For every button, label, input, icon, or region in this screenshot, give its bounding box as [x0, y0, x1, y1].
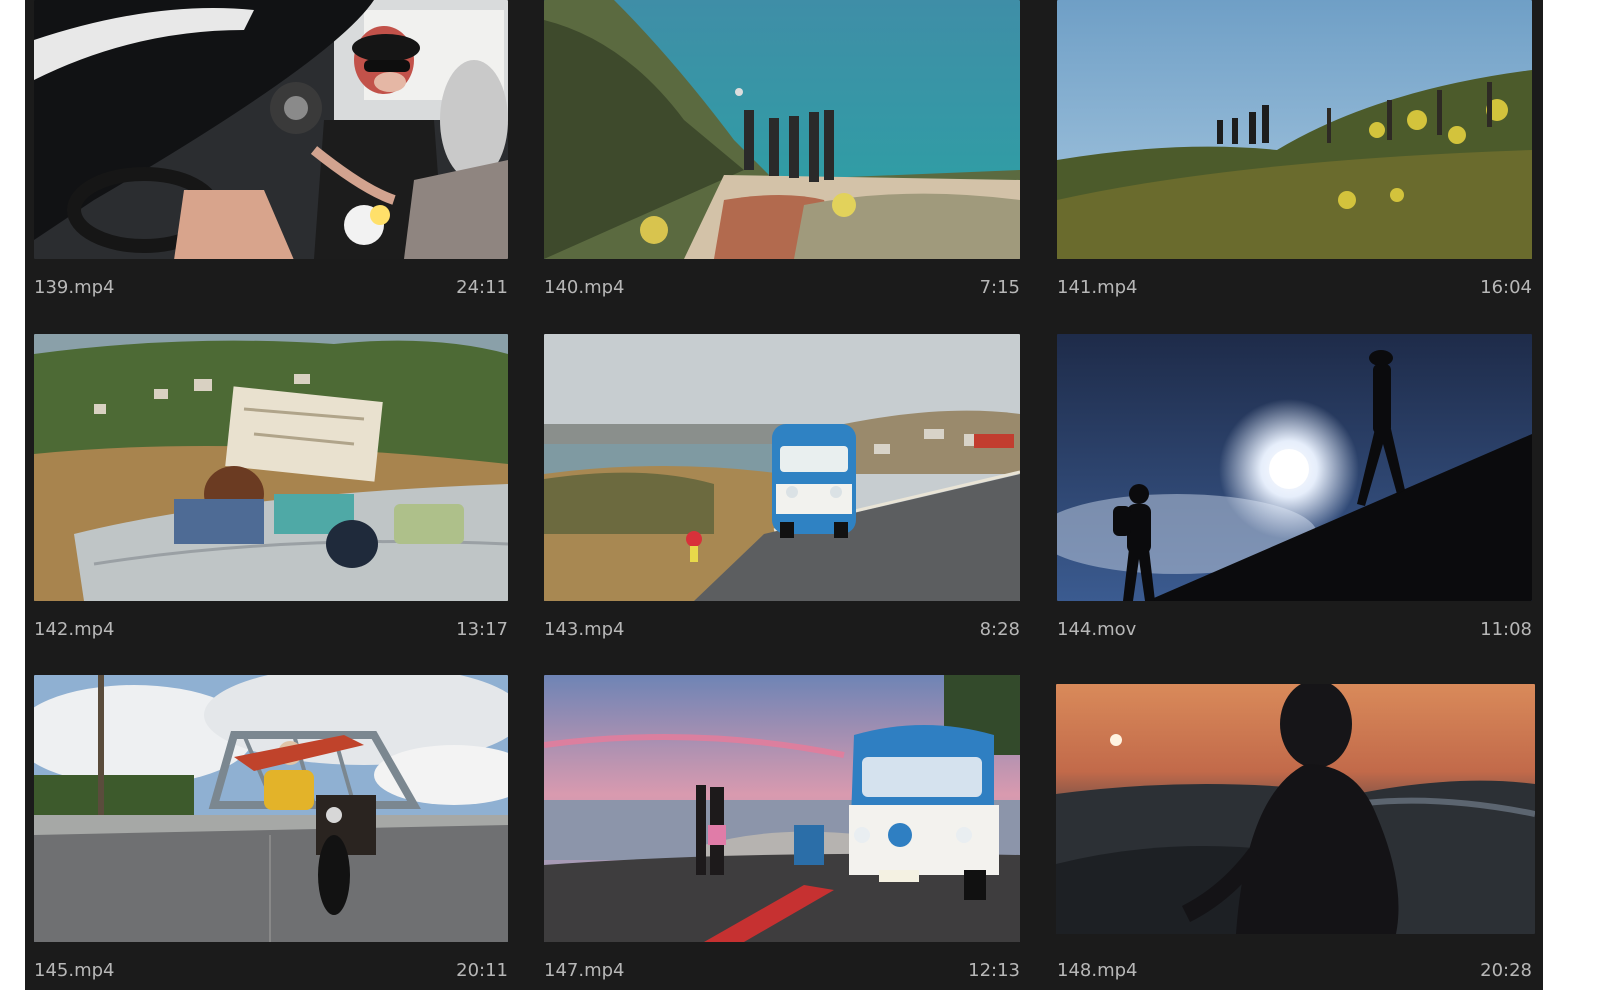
- clip-meta: 148.mp4 20:28: [1056, 959, 1532, 983]
- clip-meta: 143.mp4 8:28: [544, 618, 1020, 642]
- clip-tile[interactable]: 143.mp4 8:28: [544, 334, 1020, 644]
- clip-duration: 13:17: [456, 619, 508, 640]
- blue-van-road-image: [544, 334, 1020, 601]
- clip-thumbnail[interactable]: [544, 334, 1020, 601]
- convertible-car-image: [34, 0, 508, 259]
- clip-thumbnail[interactable]: [544, 675, 1020, 942]
- clip-meta: 139.mp4 24:11: [34, 276, 508, 300]
- silhouette-sunset-image: [1056, 684, 1535, 934]
- clip-meta: 147.mp4 12:13: [544, 959, 1020, 983]
- clip-duration: 16:04: [1480, 277, 1532, 298]
- clip-tile[interactable]: 148.mp4 20:28: [1056, 684, 1535, 990]
- clip-filename[interactable]: 141.mp4: [1057, 276, 1138, 300]
- clip-duration: 8:28: [979, 619, 1020, 640]
- clip-tile[interactable]: 140.mp4 7:15: [544, 0, 1020, 310]
- clip-meta: 140.mp4 7:15: [544, 276, 1020, 300]
- clip-tile[interactable]: 141.mp4 16:04: [1057, 0, 1532, 310]
- hilltop-hikers-image: [1057, 0, 1532, 259]
- clip-filename[interactable]: 147.mp4: [544, 959, 625, 983]
- media-browser-panel: 139.mp4 24:11 140.mp4 7:15 141.mp4 16:04…: [25, 0, 1543, 990]
- clip-duration: 7:15: [979, 277, 1020, 298]
- clip-filename[interactable]: 140.mp4: [544, 276, 625, 300]
- silhouette-sun-image: [1057, 334, 1532, 601]
- clip-meta: 141.mp4 16:04: [1057, 276, 1532, 300]
- clip-duration: 24:11: [456, 277, 508, 298]
- van-sunset-couple-image: [544, 675, 1020, 942]
- clip-meta: 142.mp4 13:17: [34, 618, 508, 642]
- clip-tile[interactable]: 147.mp4 12:13: [544, 675, 1020, 990]
- motorcycle-bridge-image: [34, 675, 508, 942]
- clip-tile[interactable]: 144.mov 11:08: [1057, 334, 1532, 644]
- clip-duration: 20:28: [1480, 960, 1532, 981]
- clip-filename[interactable]: 143.mp4: [544, 618, 625, 642]
- clip-filename[interactable]: 144.mov: [1057, 618, 1136, 642]
- clip-duration: 20:11: [456, 960, 508, 981]
- clip-thumbnail[interactable]: [34, 0, 508, 259]
- clip-filename[interactable]: 145.mp4: [34, 959, 115, 983]
- clip-thumbnail[interactable]: [1057, 334, 1532, 601]
- picnic-map-image: [34, 334, 508, 601]
- clip-meta: 145.mp4 20:11: [34, 959, 508, 983]
- clip-filename[interactable]: 148.mp4: [1057, 959, 1138, 983]
- clip-tile[interactable]: 145.mp4 20:11: [34, 675, 508, 990]
- cliff-ocean-image: [544, 0, 1020, 259]
- clip-thumbnail[interactable]: [1057, 0, 1532, 259]
- clip-tile[interactable]: 142.mp4 13:17: [34, 334, 508, 644]
- clip-filename[interactable]: 139.mp4: [34, 276, 115, 300]
- clip-thumbnail[interactable]: [34, 334, 508, 601]
- clip-duration: 12:13: [968, 960, 1020, 981]
- clip-meta: 144.mov 11:08: [1057, 618, 1532, 642]
- clip-duration: 11:08: [1480, 619, 1532, 640]
- clip-thumbnail[interactable]: [544, 0, 1020, 259]
- clip-thumbnail[interactable]: [34, 675, 508, 942]
- clip-tile[interactable]: 139.mp4 24:11: [34, 0, 508, 310]
- clip-filename[interactable]: 142.mp4: [34, 618, 115, 642]
- clip-thumbnail[interactable]: [1056, 684, 1535, 934]
